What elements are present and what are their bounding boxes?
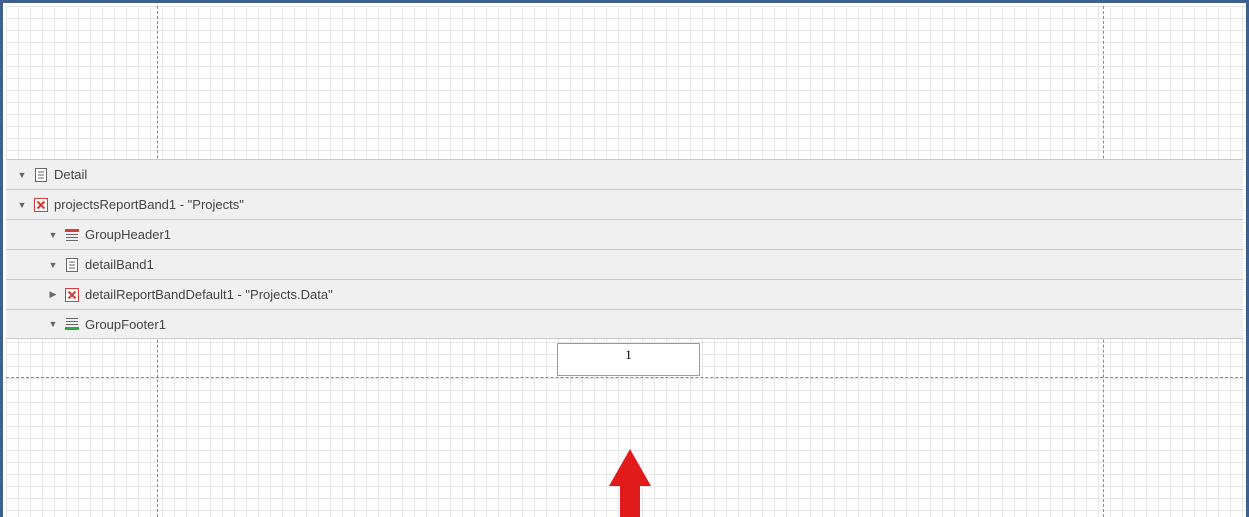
- band-detail-band1[interactable]: ▼ detailBand1: [6, 249, 1243, 279]
- page-number-field[interactable]: 1: [557, 343, 700, 376]
- band-label: GroupHeader1: [85, 227, 171, 242]
- band-projects-report[interactable]: ▼ projectsReportBand1 - "Projects": [6, 189, 1243, 219]
- collapse-caret-icon[interactable]: ▼: [47, 230, 59, 240]
- band-detail-report-default[interactable]: ▶ detailReportBandDefault1 - "Projects.D…: [6, 279, 1243, 309]
- report-band-icon: [34, 197, 48, 212]
- band-bottom-guide: [6, 377, 1243, 378]
- band-group-header[interactable]: ▼ GroupHeader1: [6, 219, 1243, 249]
- collapse-caret-icon[interactable]: ▼: [47, 260, 59, 270]
- band-detail[interactable]: ▼ Detail: [6, 159, 1243, 189]
- detail-band-icon: [34, 167, 48, 182]
- band-list: ▼ Detail ▼ projectsReportBand1 - "Projec…: [6, 159, 1243, 339]
- collapse-caret-icon[interactable]: ▼: [16, 200, 28, 210]
- group-header-icon: [65, 228, 79, 242]
- expand-caret-icon[interactable]: ▶: [47, 289, 59, 300]
- band-label: Detail: [54, 167, 88, 182]
- red-arrow-up-icon: [609, 449, 651, 517]
- detail-band-icon: [65, 257, 79, 272]
- group-footer-icon: [65, 317, 79, 331]
- band-label: projectsReportBand1 - "Projects": [54, 197, 244, 212]
- report-designer-surface[interactable]: ▼ Detail ▼ projectsReportBand1 - "Projec…: [0, 0, 1249, 517]
- collapse-caret-icon[interactable]: ▼: [16, 170, 28, 180]
- collapse-caret-icon[interactable]: ▼: [47, 319, 59, 329]
- band-label: detailReportBandDefault1 - "Projects.Dat…: [85, 287, 333, 302]
- band-group-footer[interactable]: ▼ GroupFooter1: [6, 309, 1243, 339]
- band-label: GroupFooter1: [85, 316, 166, 332]
- report-band-icon: [65, 287, 79, 302]
- band-label: detailBand1: [85, 257, 154, 272]
